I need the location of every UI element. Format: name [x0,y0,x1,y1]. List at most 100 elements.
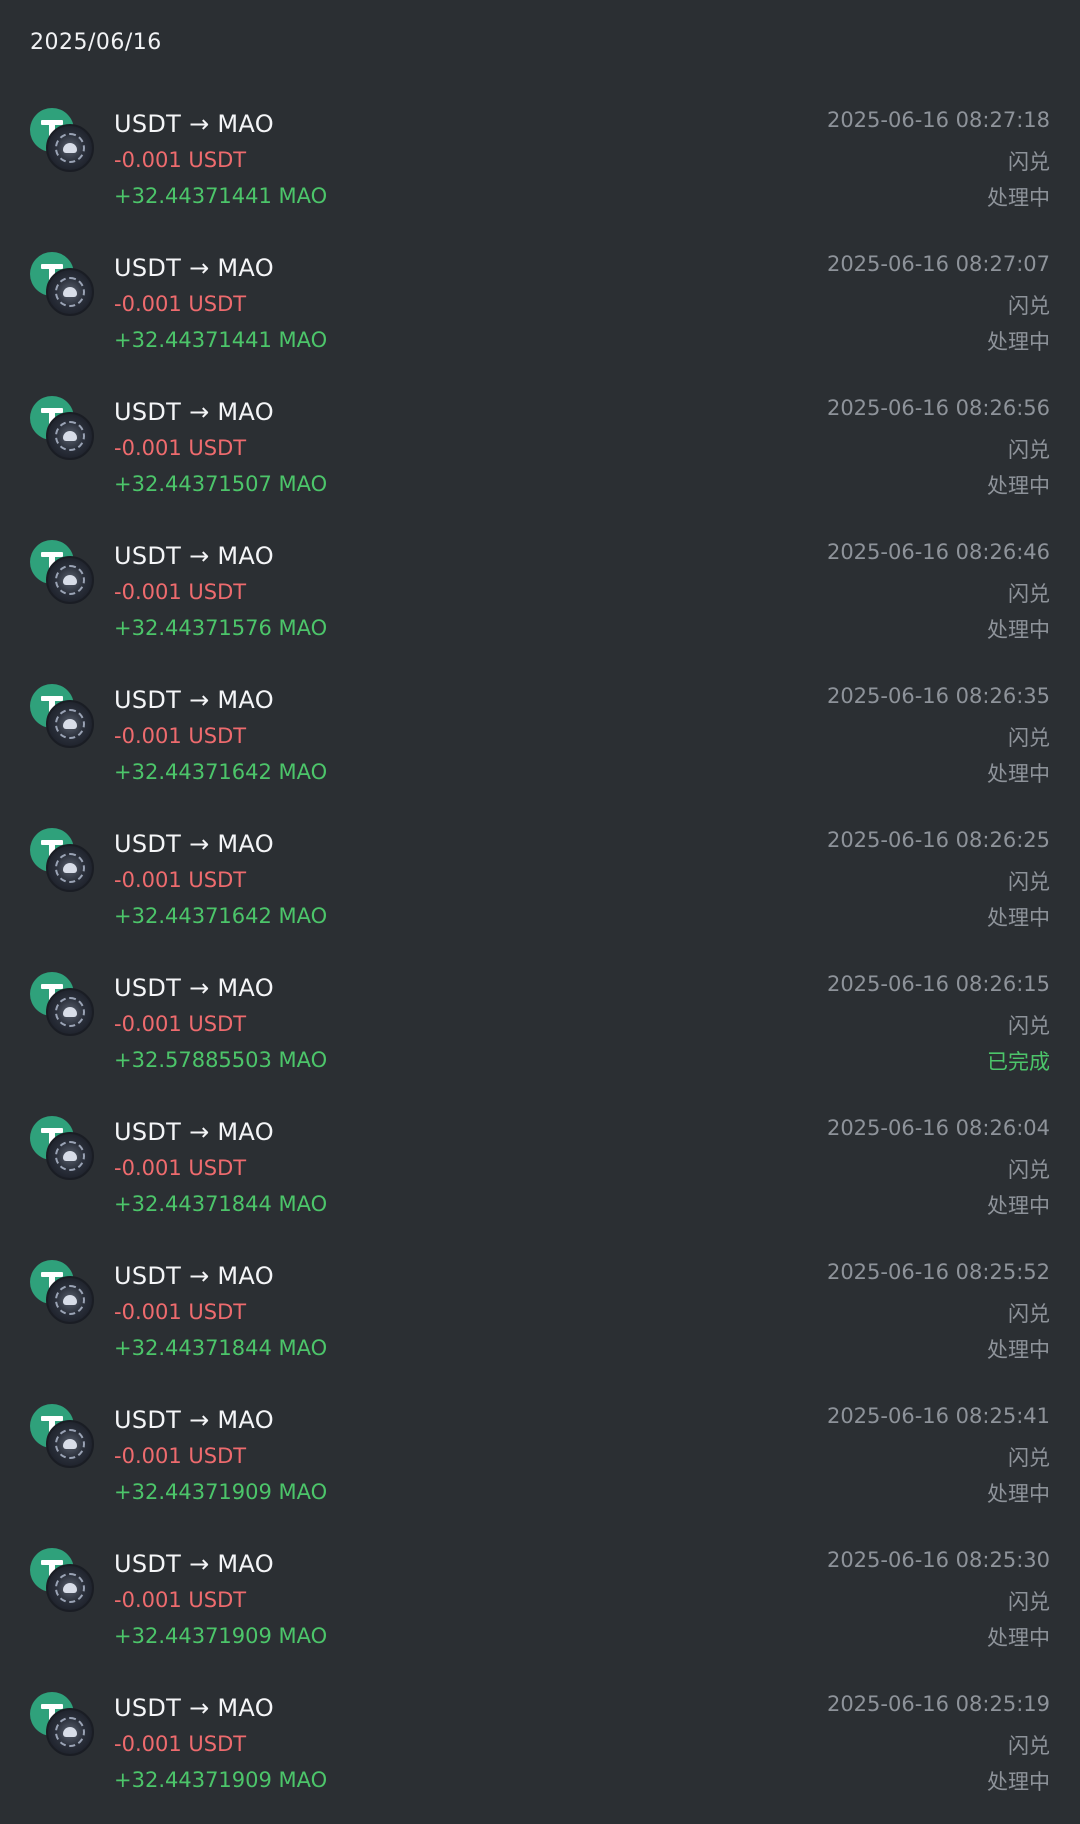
token-pair-icon [30,252,96,318]
token-pair-icon [30,1692,96,1758]
amount-out: -0.001 USDT [114,1156,247,1180]
status-label: 处理中 [987,474,1050,498]
amount-out: -0.001 USDT [114,1444,247,1468]
amount-in: +32.57885503 MAO [114,1048,328,1072]
transaction-list: USDT → MAO -0.001 USDT +32.44371441 MAO … [0,96,1080,1824]
mao-icon [46,268,94,316]
transaction-row[interactable]: USDT → MAO -0.001 USDT +32.44371844 MAO … [0,1104,1080,1248]
pair-title: USDT → MAO [114,686,274,714]
pair-title: USDT → MAO [114,1694,274,1722]
status-label: 处理中 [987,186,1050,210]
amount-out: -0.001 USDT [114,580,247,604]
token-pair-icon [30,684,96,750]
mao-icon [46,1276,94,1324]
amount-in: +32.44371642 MAO [114,904,328,928]
pair-title: USDT → MAO [114,254,274,282]
transaction-type: 闪兑 [1008,150,1050,174]
amount-out: -0.001 USDT [114,724,247,748]
mao-icon [46,1564,94,1612]
transaction-time: 2025-06-16 08:26:46 [826,540,1050,564]
amount-in: +32.44371642 MAO [114,760,328,784]
status-label: 处理中 [987,618,1050,642]
transaction-type: 闪兑 [1008,1302,1050,1326]
status-label: 处理中 [987,906,1050,930]
transaction-time: 2025-06-16 08:26:04 [826,1116,1050,1140]
pair-title: USDT → MAO [114,1118,274,1146]
amount-in: +32.44371507 MAO [114,472,328,496]
amount-out: -0.001 USDT [114,292,247,316]
token-pair-icon [30,1404,96,1470]
status-label: 处理中 [987,1194,1050,1218]
transaction-time: 2025-06-16 08:25:19 [826,1692,1050,1716]
amount-out: -0.001 USDT [114,1588,247,1612]
amount-out: -0.001 USDT [114,148,247,172]
amount-in: +32.44371441 MAO [114,184,328,208]
token-pair-icon [30,1116,96,1182]
transaction-time: 2025-06-16 08:27:18 [826,108,1050,132]
status-label: 处理中 [987,1482,1050,1506]
amount-in: +32.44371844 MAO [114,1192,328,1216]
amount-out: -0.001 USDT [114,436,247,460]
status-label: 已完成 [987,1050,1050,1074]
amount-out: -0.001 USDT [114,868,247,892]
amount-in: +32.44371441 MAO [114,328,328,352]
transaction-time: 2025-06-16 08:25:30 [826,1548,1050,1572]
transaction-type: 闪兑 [1008,582,1050,606]
transaction-row[interactable]: USDT → MAO -0.001 USDT +32.44371844 MAO … [0,1248,1080,1392]
transaction-row[interactable]: USDT → MAO -0.001 USDT +32.44371576 MAO … [0,528,1080,672]
transaction-row[interactable]: USDT → MAO -0.001 USDT +32.44371642 MAO … [0,672,1080,816]
mao-icon [46,124,94,172]
amount-in: +32.44371844 MAO [114,1336,328,1360]
token-pair-icon [30,1548,96,1614]
status-label: 处理中 [987,330,1050,354]
pair-title: USDT → MAO [114,542,274,570]
pair-title: USDT → MAO [114,830,274,858]
transaction-history-page: 2025/06/16 USDT → MAO -0.001 USDT +32.44… [0,0,1080,1813]
mao-icon [46,1708,94,1756]
amount-out: -0.001 USDT [114,1732,247,1756]
token-pair-icon [30,540,96,606]
status-label: 处理中 [987,762,1050,786]
mao-icon [46,412,94,460]
mao-icon [46,1420,94,1468]
transaction-type: 闪兑 [1008,1446,1050,1470]
transaction-row[interactable]: USDT → MAO -0.001 USDT +32.44371909 MAO … [0,1392,1080,1536]
pair-title: USDT → MAO [114,1406,274,1434]
transaction-type: 闪兑 [1008,726,1050,750]
transaction-row[interactable]: USDT → MAO -0.001 USDT +32.44371507 MAO … [0,384,1080,528]
mao-icon [46,1132,94,1180]
transaction-type: 闪兑 [1008,438,1050,462]
transaction-row[interactable]: USDT → MAO -0.001 USDT +32.44371441 MAO … [0,240,1080,384]
transaction-row[interactable]: USDT → MAO -0.001 USDT +32.57885503 MAO … [0,960,1080,1104]
transaction-type: 闪兑 [1008,1590,1050,1614]
transaction-type: 闪兑 [1008,294,1050,318]
transaction-type: 闪兑 [1008,1734,1050,1758]
amount-out: -0.001 USDT [114,1300,247,1324]
transaction-time: 2025-06-16 08:25:52 [826,1260,1050,1284]
pair-title: USDT → MAO [114,974,274,1002]
transaction-row[interactable]: USDT → MAO -0.001 USDT +32.44371909 MAO … [0,1536,1080,1680]
transaction-row[interactable]: USDT → MAO -0.001 USDT +32.44371441 MAO … [0,96,1080,240]
transaction-type: 闪兑 [1008,870,1050,894]
transaction-time: 2025-06-16 08:25:41 [826,1404,1050,1428]
amount-in: +32.44371909 MAO [114,1624,328,1648]
token-pair-icon [30,972,96,1038]
status-label: 处理中 [987,1626,1050,1650]
mao-icon [46,700,94,748]
pair-title: USDT → MAO [114,398,274,426]
token-pair-icon [30,108,96,174]
status-label: 处理中 [987,1338,1050,1362]
mao-icon [46,988,94,1036]
transaction-time: 2025-06-16 08:27:07 [826,252,1050,276]
transaction-row[interactable]: USDT → MAO -0.001 USDT +32.44371909 MAO … [0,1680,1080,1824]
date-group-header: 2025/06/16 [30,30,162,55]
transaction-row[interactable]: USDT → MAO -0.001 USDT +32.44371642 MAO … [0,816,1080,960]
transaction-type: 闪兑 [1008,1158,1050,1182]
pair-title: USDT → MAO [114,110,274,138]
amount-out: -0.001 USDT [114,1012,247,1036]
pair-title: USDT → MAO [114,1262,274,1290]
token-pair-icon [30,1260,96,1326]
token-pair-icon [30,828,96,894]
amount-in: +32.44371576 MAO [114,616,328,640]
mao-icon [46,556,94,604]
